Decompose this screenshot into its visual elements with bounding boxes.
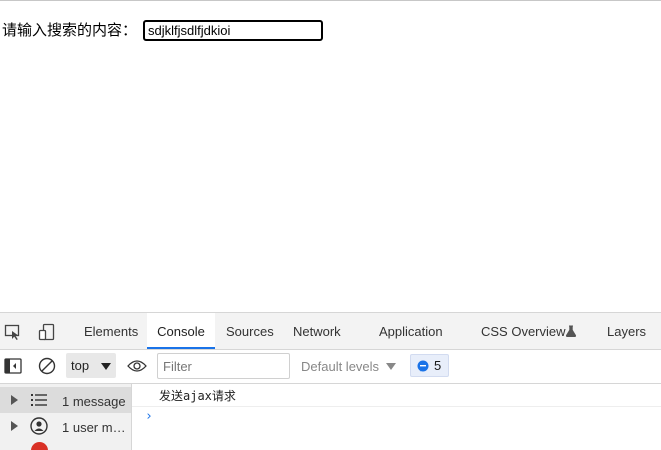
console-toolbar: top Default levels 5 — [0, 350, 661, 384]
tab-layers[interactable]: Layers — [607, 313, 646, 349]
device-toolbar-icon[interactable] — [38, 323, 56, 341]
sidebar-item-label: 1 user messages — [62, 420, 129, 435]
console-message-text: 发送ajax请求 — [159, 389, 236, 403]
issues-chat-icon — [417, 360, 429, 372]
page-content: 请输入搜索的内容： — [0, 0, 661, 312]
clear-console-icon[interactable] — [38, 357, 56, 375]
devtools-tabbar: Elements Console Sources Network Applica… — [0, 313, 661, 350]
devtools-panel: Elements Console Sources Network Applica… — [0, 312, 661, 450]
tab-application[interactable]: Application — [379, 313, 443, 349]
list-icon — [31, 394, 47, 406]
console-message: 发送ajax请求 — [132, 384, 661, 407]
tab-elements[interactable]: Elements — [84, 313, 138, 349]
expand-arrow-icon — [11, 395, 18, 405]
expand-arrow-icon — [11, 421, 18, 431]
search-input[interactable] — [143, 20, 324, 41]
tab-css-overview[interactable]: CSS Overview — [481, 313, 566, 349]
user-icon — [30, 417, 48, 435]
tab-network[interactable]: Network — [293, 313, 341, 349]
context-selector[interactable]: top — [66, 353, 116, 378]
sidebar-item-messages[interactable]: 1 message — [0, 387, 131, 413]
issues-count: 5 — [434, 358, 442, 373]
filter-input[interactable] — [157, 353, 290, 379]
experimental-flask-icon — [565, 325, 577, 337]
console-sidebar: 1 message 1 user messages — [0, 384, 132, 450]
console-prompt[interactable]: › — [145, 408, 153, 426]
inspect-element-icon[interactable] — [4, 323, 22, 341]
console-output: 发送ajax请求 › — [132, 384, 661, 450]
context-selector-label: top — [71, 358, 90, 373]
log-levels-dropdown[interactable]: Default levels — [301, 353, 397, 379]
live-expression-eye-icon[interactable] — [127, 359, 147, 373]
sidebar-item-user-messages[interactable]: 1 user messages — [0, 413, 131, 439]
search-label: 请输入搜索的内容： — [2, 21, 138, 39]
sidebar-toggle-icon[interactable] — [4, 358, 22, 374]
chevron-down-icon — [386, 363, 397, 370]
tab-console[interactable]: Console — [147, 313, 215, 349]
issues-counter-button[interactable]: 5 — [410, 354, 449, 377]
chevron-down-icon — [101, 363, 111, 370]
log-levels-label: Default levels — [301, 359, 380, 374]
search-row: 请输入搜索的内容： — [2, 20, 324, 41]
tab-sources[interactable]: Sources — [226, 313, 274, 349]
